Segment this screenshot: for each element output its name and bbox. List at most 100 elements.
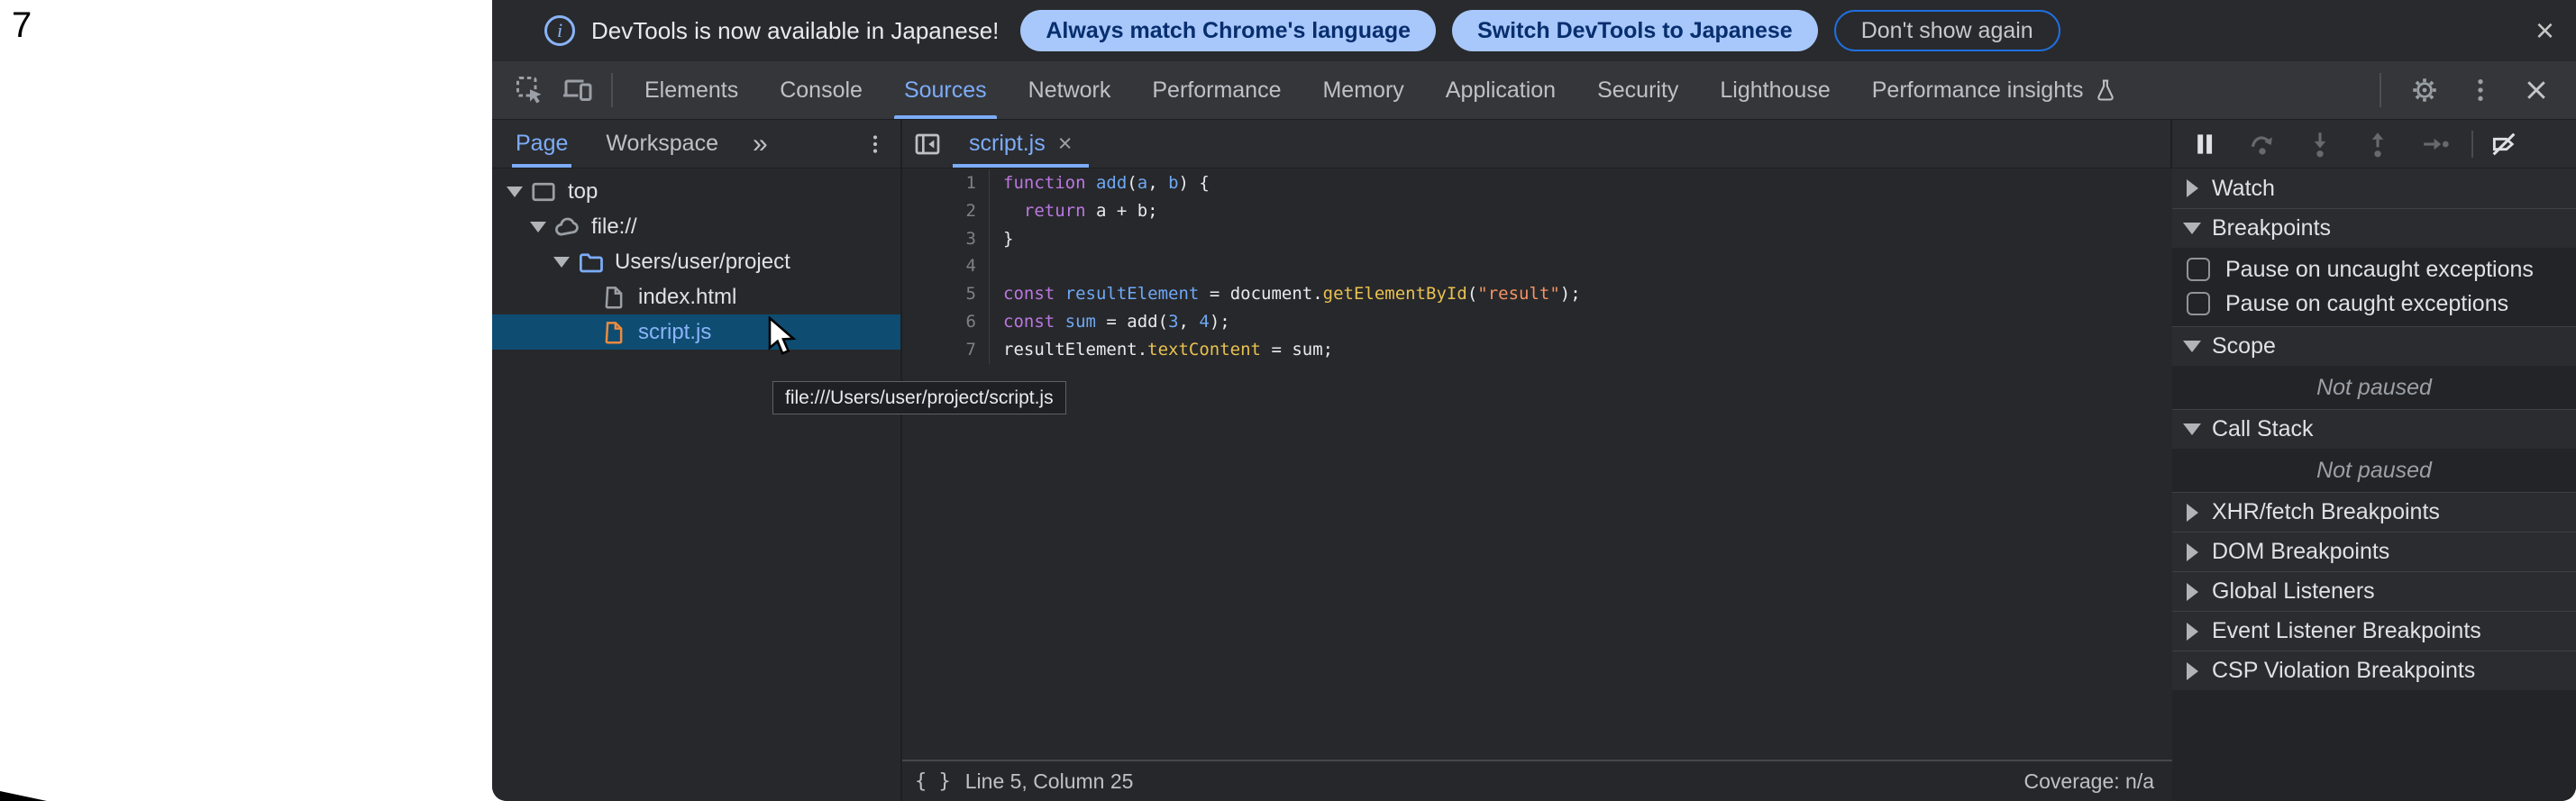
checkbox-pause-on-caught-exceptions[interactable]: Pause on caught exceptions xyxy=(2172,287,2576,321)
navigator-tab-workspace[interactable]: Workspace xyxy=(602,120,722,168)
token-kw: return xyxy=(1024,201,1086,221)
token-kw: const xyxy=(1003,284,1055,304)
section-header-event-listener-breakpoints[interactable]: Event Listener Breakpoints xyxy=(2172,611,2576,651)
main-tabs: Elements ConsoleSources Network Performance… xyxy=(624,61,2139,119)
frame-icon xyxy=(530,178,557,205)
checkbox-icon[interactable] xyxy=(2187,258,2210,281)
infobar-button-don-t-show-again[interactable]: Don't show again xyxy=(1834,10,2060,51)
token-def: sum xyxy=(1065,312,1096,332)
line-number[interactable]: 4 xyxy=(902,252,990,280)
tab-label: Performance insights xyxy=(1872,77,2084,104)
tab-performance[interactable]: Performance xyxy=(1131,61,1302,119)
token-pl: , xyxy=(1179,312,1200,332)
chevron-down-icon xyxy=(2172,341,2212,352)
code-line-2: 2 return a + b; xyxy=(902,197,2172,225)
info-icon: i xyxy=(544,15,575,46)
page-result-text: 7 xyxy=(12,5,32,46)
token-pl: resultElement. xyxy=(1003,340,1147,360)
section-label: Breakpoints xyxy=(2212,215,2331,241)
editor-tab-script-js[interactable]: script.js × xyxy=(953,120,1089,168)
infobar-close-icon[interactable]: × xyxy=(2535,12,2554,50)
deactivate-breakpoints-icon[interactable] xyxy=(2482,123,2526,166)
infobar-button-always-match-chrome-s-language[interactable]: Always match Chrome's language xyxy=(1020,10,1436,51)
pause-script-icon[interactable] xyxy=(2183,123,2226,166)
code-text: const resultElement = document.getElemen… xyxy=(990,280,1581,308)
section-header-scope[interactable]: Scope xyxy=(2172,326,2576,366)
tab-network[interactable]: Network xyxy=(1008,61,1132,119)
expand-arrow-icon[interactable] xyxy=(503,187,526,197)
step-into-icon[interactable] xyxy=(2298,123,2342,166)
tree-item-file[interactable]: file:// xyxy=(492,209,900,244)
line-number[interactable]: 7 xyxy=(902,336,990,364)
tab-console[interactable]: Console xyxy=(759,61,883,119)
infobar-buttons: Always match Chrome's language Switch Dev… xyxy=(1020,10,2060,51)
tree-item-index-html[interactable]: index.html xyxy=(492,279,900,314)
section-header-call-stack[interactable]: Call Stack xyxy=(2172,409,2576,449)
tree-item-top[interactable]: top xyxy=(492,174,900,209)
tab-application[interactable]: Application xyxy=(1425,61,1576,119)
code-line-3: 3} xyxy=(902,225,2172,253)
tree-item-label: script.js xyxy=(638,320,711,345)
line-number[interactable]: 1 xyxy=(902,169,990,197)
tab-sources[interactable]: Sources xyxy=(883,61,1008,119)
tab-security[interactable]: Security xyxy=(1576,61,1699,119)
tab-overflow-chevrons[interactable]: » xyxy=(753,129,768,159)
file-path-tooltip: file:///Users/user/project/script.js xyxy=(772,381,1066,414)
tree-item-script-js[interactable]: script.js xyxy=(492,314,900,350)
token-pl: ( xyxy=(1467,284,1477,304)
pretty-print-icon[interactable]: { } xyxy=(915,770,951,793)
tab-label: Memory xyxy=(1322,77,1403,104)
expand-arrow-icon[interactable] xyxy=(526,222,550,232)
section-header-dom-breakpoints[interactable]: DOM Breakpoints xyxy=(2172,532,2576,571)
expand-arrow-icon[interactable] xyxy=(550,257,573,268)
navigator-tab-page[interactable]: Page xyxy=(512,120,571,168)
infobar-button-switch-devtools-to-japanese[interactable]: Switch DevTools to Japanese xyxy=(1452,10,1818,51)
tree-item-users-user-project[interactable]: Users/user/project xyxy=(492,244,900,279)
file-navigator: topfile://Users/user/project index.html sc… xyxy=(492,168,902,801)
token-pl xyxy=(1003,201,1024,221)
code-line-6: 6const sum = add(3, 4); xyxy=(902,308,2172,336)
token-pl: ); xyxy=(1210,312,1230,332)
checkbox-icon[interactable] xyxy=(2187,292,2210,315)
line-number[interactable]: 2 xyxy=(902,197,990,225)
tab-elements[interactable]: Elements xyxy=(624,61,759,119)
line-number[interactable]: 6 xyxy=(902,308,990,336)
tab-memory[interactable]: Memory xyxy=(1302,61,1424,119)
settings-gear-icon[interactable] xyxy=(2401,67,2448,114)
tab-close-icon[interactable]: × xyxy=(1058,130,1073,158)
tab-performance-insights[interactable]: Performance insights xyxy=(1851,61,2139,119)
section-header-watch[interactable]: Watch xyxy=(2172,168,2576,208)
section-header-xhr-fetch-breakpoints[interactable]: XHR/fetch Breakpoints xyxy=(2172,492,2576,532)
tab-label: Network xyxy=(1028,77,1111,104)
inspect-icon[interactable] xyxy=(507,67,553,114)
section-header-breakpoints[interactable]: Breakpoints xyxy=(2172,208,2576,248)
section-label: DOM Breakpoints xyxy=(2212,539,2389,565)
step-icon[interactable] xyxy=(2414,123,2457,166)
checkbox-pause-on-uncaught-exceptions[interactable]: Pause on uncaught exceptions xyxy=(2172,252,2576,287)
step-over-icon[interactable] xyxy=(2241,123,2284,166)
toggle-navigator-panel-icon[interactable] xyxy=(902,120,953,168)
token-pl: = add( xyxy=(1096,312,1168,332)
section-header-global-listeners[interactable]: Global Listeners xyxy=(2172,571,2576,611)
code-text: resultElement.textContent = sum; xyxy=(990,336,1333,364)
chevron-right-icon xyxy=(2172,504,2212,522)
section-label: Call Stack xyxy=(2212,416,2314,442)
section-header-csp-violation-breakpoints[interactable]: CSP Violation Breakpoints xyxy=(2172,651,2576,690)
tree-item-label: index.html xyxy=(638,285,736,310)
device-toolbar-icon[interactable] xyxy=(553,67,600,114)
toolbar-right xyxy=(2369,67,2576,114)
line-number[interactable]: 3 xyxy=(902,225,990,253)
sources-panel: topfile://Users/user/project index.html sc… xyxy=(492,168,2576,801)
tab-lighthouse[interactable]: Lighthouse xyxy=(1699,61,1850,119)
step-out-icon[interactable] xyxy=(2356,123,2399,166)
editor-tab-label: script.js xyxy=(969,131,1046,157)
tab-label: Lighthouse xyxy=(1720,77,1830,104)
close-devtools-icon[interactable] xyxy=(2513,67,2560,114)
tab-label: Elements xyxy=(644,77,738,104)
divider xyxy=(2380,73,2381,107)
line-number[interactable]: 5 xyxy=(902,280,990,308)
more-menu-icon[interactable] xyxy=(2457,67,2504,114)
navigator-more-menu-icon[interactable] xyxy=(863,132,888,157)
infobar: i DevTools is now available in Japanese!… xyxy=(492,0,2576,61)
code-area[interactable]: 1function add(a, b) {2 return a + b;3}45… xyxy=(902,168,2172,760)
